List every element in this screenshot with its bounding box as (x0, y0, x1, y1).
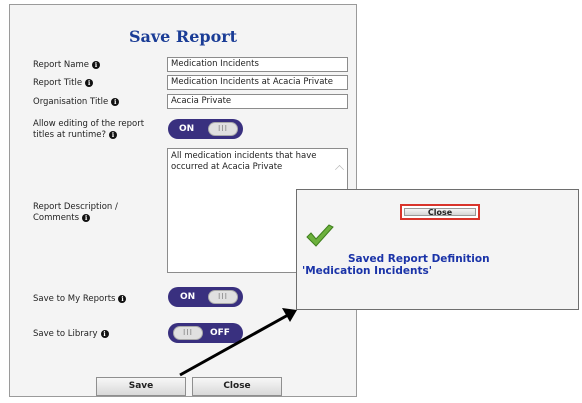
popup-close-button[interactable]: Close (400, 204, 480, 220)
save-confirmation-popup: Close Saved Report Definition 'Medicatio… (296, 189, 579, 310)
saved-message-title: Saved Report Definition (348, 253, 490, 265)
saved-message-report-name: 'Medication Incidents' (302, 265, 432, 277)
checkmark-icon (306, 224, 334, 247)
